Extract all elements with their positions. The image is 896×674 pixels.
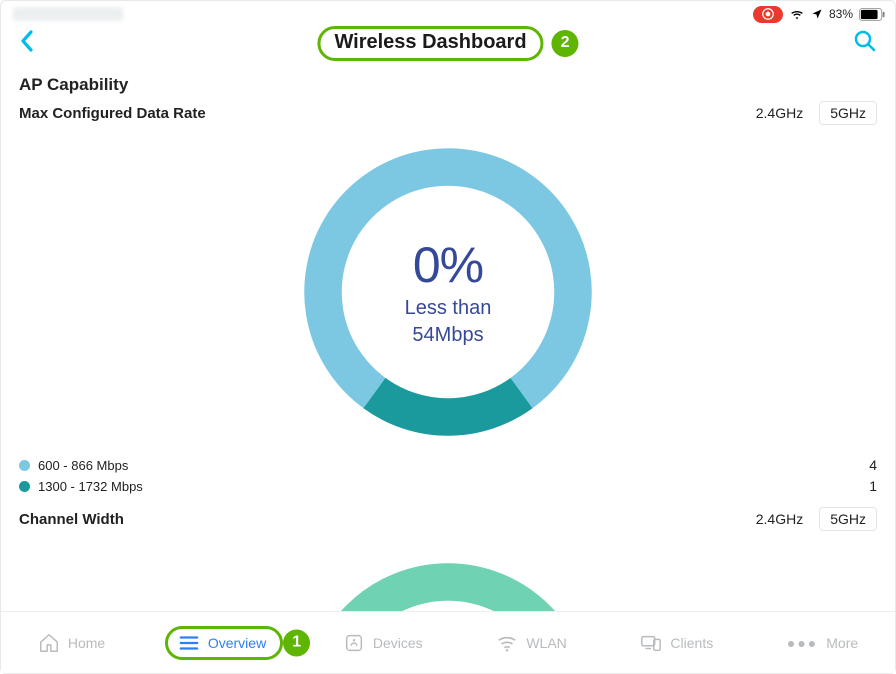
max-rate-row: Max Configured Data Rate 2.4GHz 5GHz (19, 101, 877, 125)
band-toggle-channel-width: 2.4GHz 5GHz (748, 507, 877, 531)
app-screen: 83% Wireless Dashboard 2 (0, 0, 896, 674)
hamburger-icon (178, 632, 200, 654)
tab-more-label: More (826, 635, 858, 651)
carrier-blur (13, 7, 123, 21)
wifi-icon (789, 8, 805, 20)
band-5ghz[interactable]: 5GHz (819, 101, 877, 125)
legend-label-2: 1300 - 1732 Mbps (38, 477, 143, 497)
chevron-left-icon (19, 29, 35, 53)
location-icon (811, 8, 823, 20)
tab-clients-label: Clients (670, 635, 713, 651)
tab-overview-label: Overview (208, 635, 266, 651)
legend-value-1: 4 (869, 455, 877, 476)
legend-row-2: 1300 - 1732 Mbps 1 (19, 476, 877, 497)
donut-center-sub1: Less than (405, 296, 492, 321)
legend-row-1: 600 - 866 Mbps 4 (19, 455, 877, 476)
search-button[interactable] (853, 29, 877, 58)
band-2-4ghz[interactable]: 2.4GHz (748, 101, 811, 125)
legend-swatch-2 (19, 481, 30, 492)
battery-percent: 83% (829, 7, 853, 21)
callout-badge-2: 2 (552, 30, 579, 57)
max-rate-label: Max Configured Data Rate (19, 105, 206, 122)
screen-record-pill[interactable] (753, 6, 783, 23)
tab-wlan[interactable]: WLAN (482, 626, 580, 660)
donut2-ring (323, 582, 573, 611)
legend: 600 - 866 Mbps 4 1300 - 1732 Mbps 1 (19, 455, 877, 497)
devices-icon (343, 632, 365, 654)
more-icon: ●●● (787, 635, 818, 651)
callout-badge-1: 1 (283, 629, 310, 656)
search-icon (853, 29, 877, 53)
record-icon (761, 7, 775, 21)
home-icon (38, 632, 60, 654)
tab-clients[interactable]: Clients (626, 626, 727, 660)
donut2-svg (298, 557, 598, 611)
tab-bar: Home Overview 1 Devices (1, 611, 895, 673)
clients-icon (640, 632, 662, 654)
content: AP Capability Max Configured Data Rate 2… (1, 61, 895, 611)
tab-wlan-label: WLAN (526, 635, 566, 651)
channel-width-label: Channel Width (19, 511, 124, 528)
cw-band-2-4ghz[interactable]: 2.4GHz (748, 507, 811, 531)
donut-chart-max-rate: 0% Less than 54Mbps (19, 131, 877, 453)
donut-center: 0% Less than 54Mbps (405, 236, 492, 348)
donut-center-value: 0% (405, 236, 492, 294)
tab-home[interactable]: Home (24, 626, 119, 660)
section-ap-capability: AP Capability (19, 75, 877, 95)
legend-swatch-1 (19, 460, 30, 471)
tab-devices[interactable]: Devices (329, 626, 437, 660)
page-title: Wireless Dashboard (317, 26, 543, 61)
status-bar: 83% (1, 1, 895, 25)
legend-value-2: 1 (869, 476, 877, 497)
legend-label-1: 600 - 866 Mbps (38, 456, 128, 476)
battery-icon (859, 8, 885, 21)
donut-chart-channel-width (19, 537, 877, 611)
back-button[interactable] (19, 29, 35, 58)
tab-home-label: Home (68, 635, 105, 651)
wlan-icon (496, 632, 518, 654)
tab-devices-label: Devices (373, 635, 423, 651)
cw-band-5ghz[interactable]: 5GHz (819, 507, 877, 531)
channel-width-row: Channel Width 2.4GHz 5GHz (19, 507, 877, 531)
tab-overview[interactable]: Overview 1 (165, 626, 283, 660)
donut-center-sub2: 54Mbps (405, 323, 492, 348)
band-toggle-max-rate: 2.4GHz 5GHz (748, 101, 877, 125)
tab-more[interactable]: ●●● More (773, 629, 872, 657)
header: Wireless Dashboard 2 (1, 25, 895, 61)
